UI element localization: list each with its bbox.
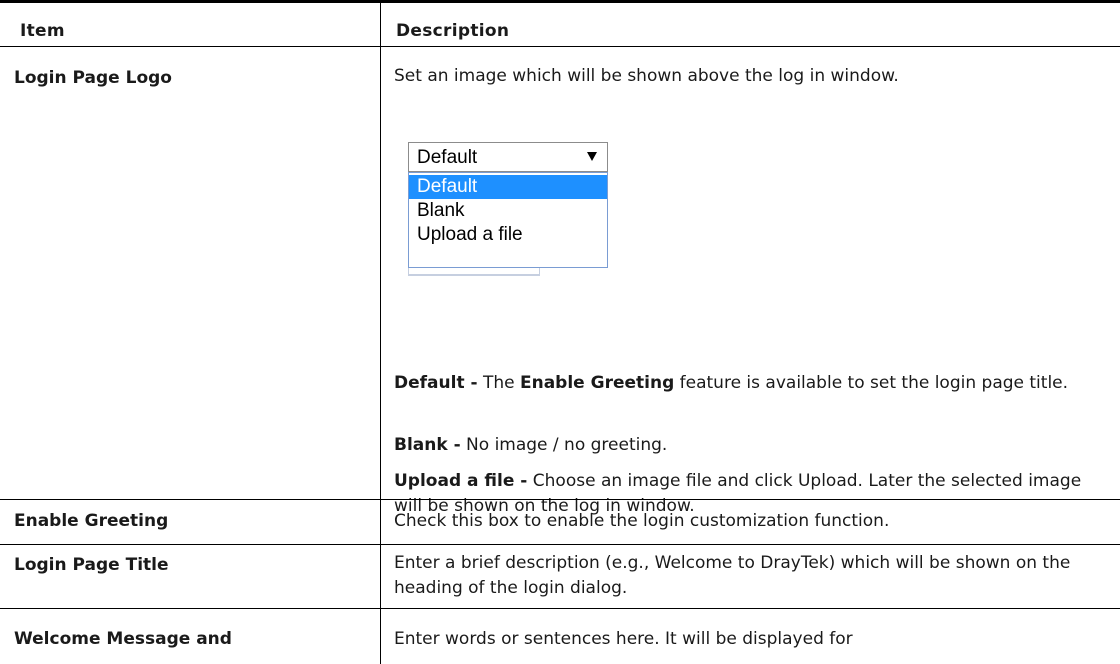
- dropdown-arrow-icon[interactable]: [587, 152, 597, 161]
- row-desc: Enter a brief description (e.g., Welcome…: [394, 553, 1071, 598]
- row-item-welcome-message: Welcome Message and: [14, 629, 232, 649]
- table-row: Login Page Title Enter a brief descripti…: [0, 545, 1120, 608]
- logo-select-options: Default Blank Upload a file: [408, 172, 608, 268]
- table-row: Enable Greeting Check this box to enable…: [0, 500, 1120, 544]
- row-item-login-page-title: Login Page Title: [14, 555, 169, 575]
- row-desc: Check this box to enable the login custo…: [394, 511, 890, 531]
- select-underlay-edge: [408, 268, 540, 276]
- note-default: Default - The Enable Greeting feature is…: [394, 373, 1069, 393]
- option-default[interactable]: Default: [409, 175, 607, 199]
- header-description: Description: [396, 21, 510, 41]
- row-desc-line: Set an image which will be shown above t…: [394, 66, 899, 86]
- table-header-row: Item Description: [0, 3, 1120, 46]
- logo-select-illustration: Default Default Blank Upload a file: [408, 142, 608, 290]
- row-item-login-page-logo: Login Page Logo: [14, 68, 172, 88]
- row-desc: Enter words or sentences here. It will b…: [394, 629, 853, 649]
- table-row: Welcome Message and Enter words or sente…: [0, 609, 1120, 664]
- logo-select[interactable]: Default: [408, 142, 608, 172]
- note-blank: Blank - No image / no greeting.: [394, 435, 668, 455]
- header-item: Item: [20, 21, 65, 41]
- column-divider: [380, 3, 381, 664]
- option-upload-a-file[interactable]: Upload a file: [409, 223, 607, 247]
- option-blank[interactable]: Blank: [409, 199, 607, 223]
- logo-select-value: Default: [417, 147, 478, 168]
- row-item-enable-greeting: Enable Greeting: [14, 511, 169, 531]
